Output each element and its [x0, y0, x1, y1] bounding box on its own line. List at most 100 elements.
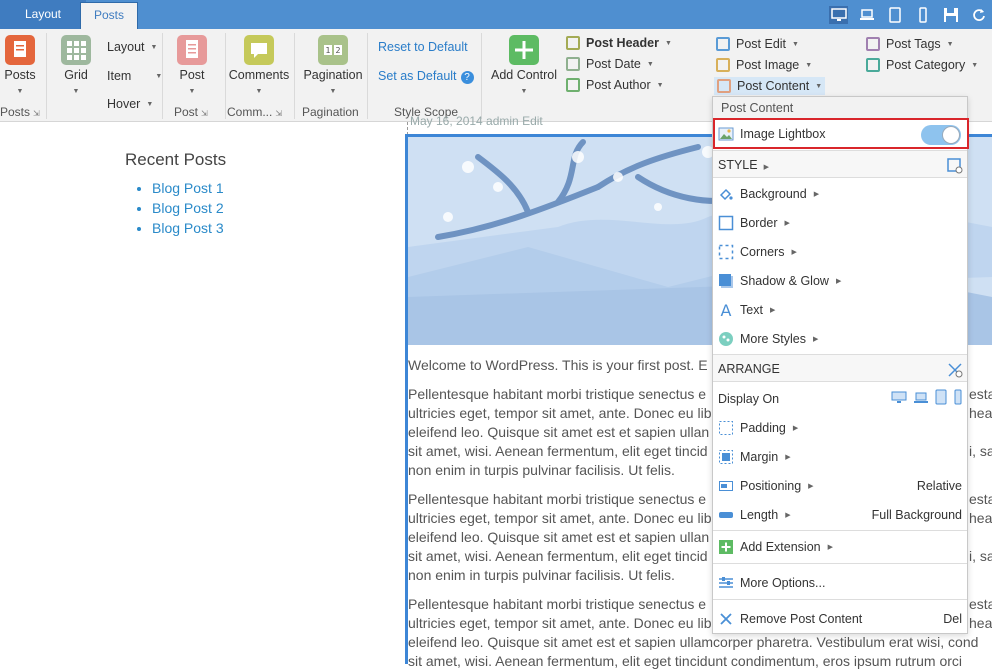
group-label-pagination: Pagination [302, 105, 359, 119]
recent-posts-title: Recent Posts [125, 150, 227, 169]
add-extension-row[interactable]: Add Extension ▶ [713, 532, 967, 561]
post-button-label: Post [179, 68, 205, 82]
positioning-value: Relative [916, 478, 962, 493]
divider [713, 530, 967, 531]
grid-button-label: Grid [64, 68, 88, 82]
content-icon [717, 79, 731, 93]
post-edit-item[interactable]: Post Edit ▼ [716, 37, 799, 51]
post-category-item[interactable]: Post Category ▼ [866, 58, 978, 72]
item-menu-item[interactable]: Item ▼ [107, 69, 162, 83]
post-tags-item[interactable]: Post Tags ▼ [866, 37, 954, 51]
posts-button[interactable]: Posts ▼ [2, 35, 38, 96]
chevron-down-icon: ▼ [329, 88, 337, 95]
margin-row[interactable]: Margin ▶ [713, 442, 967, 471]
remove-post-content-row[interactable]: Remove Post Content Del [713, 604, 967, 633]
post-icon [177, 35, 207, 65]
svg-text:A: A [721, 302, 732, 318]
recent-post-link[interactable]: Blog Post 1 [152, 178, 224, 198]
arrange-section-title[interactable]: ARRANGE [713, 354, 967, 382]
phone-icon[interactable] [953, 389, 963, 408]
chevron-down-icon: ▼ [255, 88, 263, 95]
chevron-right-icon: ▶ [808, 482, 814, 490]
reset-to-default-link[interactable]: Reset to Default [378, 40, 468, 54]
post-button[interactable]: Post ▼ [174, 35, 210, 96]
recent-post-link[interactable]: Blog Post 3 [152, 218, 224, 238]
tag-icon [866, 37, 880, 51]
pagination-button-label: Pagination [303, 68, 363, 82]
post-paragraph-line: eleifend leo. Quisque sit amet est et sa… [408, 634, 979, 650]
post-text-clip: esta [969, 596, 992, 612]
hover-menu-item[interactable]: Hover ▼ [107, 97, 153, 111]
group-label-post: Post ⇲ [174, 105, 208, 119]
launcher-icon[interactable]: ⇲ [33, 109, 40, 118]
display-on-row: Display On [713, 384, 967, 413]
group-label-posts: Posts ⇲ [0, 105, 40, 119]
padding-icon [718, 420, 734, 436]
divider [713, 563, 967, 564]
divider [481, 33, 482, 119]
divider [162, 33, 163, 119]
positioning-icon [718, 478, 734, 494]
layout-menu-item[interactable]: Layout ▼ [107, 40, 157, 54]
post-image-item[interactable]: Post Image ▼ [716, 58, 812, 72]
plus-icon [718, 539, 734, 555]
refresh-icon[interactable] [969, 6, 988, 24]
shadow-glow-row[interactable]: Shadow & Glow ▶ [713, 266, 967, 295]
category-icon [866, 58, 880, 72]
device-preview-bar [829, 0, 992, 29]
chevron-right-icon: ▶ [827, 543, 833, 551]
edit-icon [716, 37, 730, 51]
pagination-button[interactable]: 12 Pagination ▼ [300, 35, 366, 96]
tab-layout[interactable]: Layout [0, 0, 86, 29]
post-paragraph-line: sit amet, wisi. Aenean fermentum, elit e… [408, 653, 963, 669]
set-as-default-link[interactable]: Set as Default? [378, 69, 474, 84]
positioning-row[interactable]: Positioning ▶ Relative [713, 471, 967, 500]
posts-icon [5, 35, 35, 65]
post-author-item[interactable]: Post Author ▼ [566, 78, 664, 92]
tab-posts[interactable]: Posts [80, 2, 138, 29]
post-date-item[interactable]: Post Date ▼ [566, 57, 654, 71]
launcher-icon[interactable]: ⇲ [201, 109, 208, 118]
post-text-clip: hear [969, 405, 992, 421]
pagination-icon: 12 [318, 35, 348, 65]
launcher-icon[interactable]: ⇲ [275, 109, 282, 118]
post-meta: May 16, 2014 admin Edit [410, 114, 543, 128]
chevron-down-icon: ▼ [792, 40, 799, 48]
comments-button[interactable]: Comments ▼ [228, 35, 290, 96]
post-header-item[interactable]: Post Header ▼ [566, 36, 672, 50]
more-options-row[interactable]: More Options... [713, 568, 967, 597]
post-content-item[interactable]: Post Content ▼ [714, 77, 826, 95]
save-icon[interactable] [941, 6, 960, 24]
chevron-right-icon: ▶ [785, 511, 791, 519]
recent-post-link[interactable]: Blog Post 2 [152, 198, 224, 218]
style-section-title[interactable]: STYLE ▶ [713, 150, 967, 178]
chevron-down-icon: ▼ [815, 82, 823, 90]
chevron-right-icon: ▶ [813, 190, 820, 198]
laptop-icon[interactable] [913, 391, 929, 407]
chevron-down-icon: ▼ [520, 88, 528, 95]
chevron-right-icon: ▶ [792, 424, 799, 432]
tablet-icon[interactable] [885, 6, 904, 24]
phone-icon[interactable] [913, 6, 932, 24]
grid-button[interactable]: Grid ▼ [58, 35, 94, 96]
desktop-icon[interactable] [829, 5, 848, 24]
border-row[interactable]: Border ▶ [713, 208, 967, 237]
padding-row[interactable]: Padding ▶ [713, 413, 967, 442]
length-row[interactable]: Length ▶ Full Background [713, 500, 967, 529]
desktop-icon[interactable] [891, 391, 907, 407]
post-text-clip: i, sa [969, 443, 992, 459]
chevron-down-icon: ▼ [805, 61, 813, 69]
background-row[interactable]: Background ▶ [713, 179, 967, 208]
corners-row[interactable]: Corners ▶ [713, 237, 967, 266]
text-row[interactable]: A Text ▶ [713, 295, 967, 324]
add-control-button[interactable]: Add Control ▼ [490, 35, 558, 96]
posts-button-label: Posts [4, 68, 36, 82]
tablet-icon[interactable] [935, 389, 947, 408]
help-icon[interactable]: ? [460, 71, 474, 84]
display-on-devices [891, 389, 963, 408]
post-text-clip: esta [969, 491, 992, 507]
more-styles-row[interactable]: More Styles ▶ [713, 324, 967, 353]
laptop-icon[interactable] [857, 6, 876, 24]
dropdown-header: Post Content [713, 97, 967, 119]
chevron-down-icon: ▼ [16, 88, 24, 95]
